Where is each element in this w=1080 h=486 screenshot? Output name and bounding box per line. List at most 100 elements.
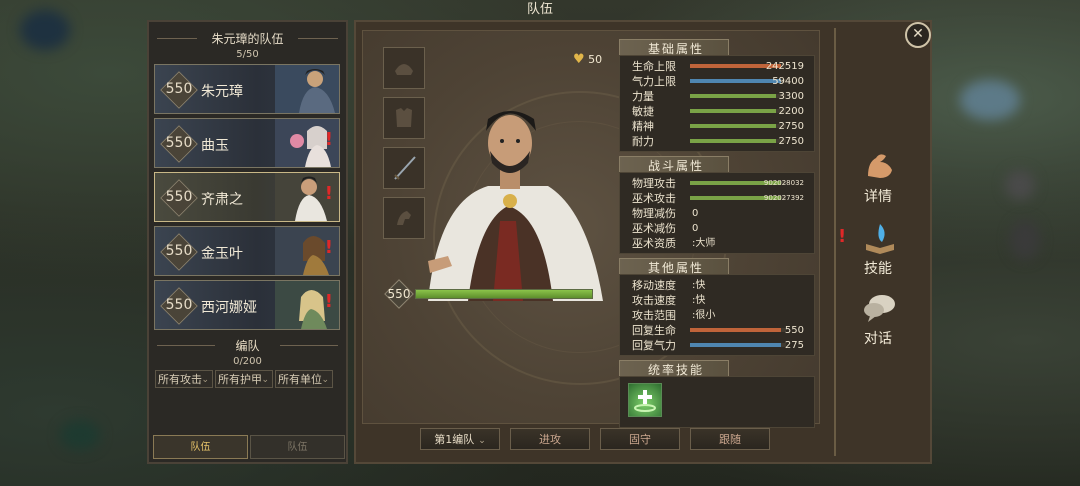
attack-filter-label: 所有攻击 [158,373,202,386]
hero-level-large: 550 [387,287,411,301]
unit-filter-select[interactable]: 所有单位 ⌄ [275,370,333,388]
stat-row: 力量 3300 [626,89,808,104]
stat-label: 物理攻击 [632,177,676,190]
chevron-down-icon: ⌄ [321,375,329,385]
hero-name: 曲玉 [201,138,229,154]
stat-bar-fill [690,328,782,332]
stat-bar-fill [690,94,777,98]
stat-row: 耐力 2750 [626,134,808,149]
details-button[interactable]: 详情 [846,148,910,208]
hero-name: 西河娜娅 [201,300,257,316]
stat-row: 生命上限 242519 [626,59,808,74]
hero-card[interactable]: 550 曲玉 ! [154,118,340,168]
experience-fill [416,290,592,298]
stat-label: 巫术攻击 [632,192,676,205]
loyalty-value: 50 [588,53,603,66]
hero-card[interactable]: 550 金玉叶 ! [154,226,340,276]
stat-bar [690,328,786,332]
hero-list: 550 朱元璋 550 曲玉 ! 550 齐肃之 ! 550 金玉叶 ! 550… [154,64,340,334]
armor-filter-label: 所有护甲 [218,373,262,386]
stat-value: 3300 [778,91,804,102]
hero-level: 550 [165,135,193,151]
hero-portrait-large [428,111,603,301]
stat-row: 巫术资质 :大师 [626,236,808,251]
close-button[interactable]: ✕ [905,22,931,48]
stat-bar [690,109,786,113]
hero-name: 金玉叶 [201,246,243,262]
stat-value: :快 [692,280,706,291]
equip-slot-helmet[interactable] [383,47,425,89]
defend-button[interactable]: 固守 [600,428,680,450]
attack-button[interactable]: 进攻 [510,428,590,450]
stat-row: 移动速度 :快 [626,278,808,293]
helmet-icon [395,64,413,75]
chevron-down-icon: ⌄ [201,375,209,385]
stat-label: 巫术资质 [632,237,676,250]
stat-value: 59400 [772,76,804,87]
stat-value: :很小 [692,310,716,321]
stat-label: 回复生命 [632,324,676,337]
stat-label: 移动速度 [632,279,676,292]
hero-level: 550 [165,81,193,97]
skills-button[interactable]: 技能 ! [838,220,910,280]
stat-bar-fill [690,79,782,83]
stat-label: 生命上限 [632,60,676,73]
formation-select[interactable]: 第1编队 ⌄ [420,428,500,450]
stat-label: 攻击范围 [632,309,676,322]
team-count: 5/50 [236,49,259,60]
hero-level: 550 [165,189,193,205]
formation-select-label: 第1编队 [434,433,475,446]
stat-value: :大师 [692,238,716,249]
stat-value: :快 [692,295,706,306]
tab-team[interactable]: 队伍 [153,435,248,459]
stat-bar [690,94,786,98]
skills-label: 技能 [864,261,892,277]
muscle-arm-icon [868,154,892,178]
stat-label: 气力上限 [632,75,676,88]
stat-label: 敏捷 [632,105,654,118]
alert-icon: ! [324,291,333,312]
stat-row: 物理减伤 0 [626,206,808,221]
hero-card[interactable]: 550 西河娜娅 ! [154,280,340,330]
combat-attributes-box: 物理攻击 902028032 巫术攻击 902027392 物理减伤 0 巫术减伤 0 巫术资质… [619,172,815,254]
follow-button[interactable]: 跟随 [690,428,770,450]
stat-value: 902027392 [763,194,804,202]
stat-value: 0 [692,223,699,234]
heal-skill-icon[interactable] [628,383,662,417]
loyalty: ♥ 50 [573,52,602,67]
attack-filter-select[interactable]: 所有攻击 ⌄ [155,370,213,388]
stat-bar-fill [690,109,777,113]
stat-row: 物理攻击 902028032 [626,176,808,191]
details-label: 详情 [864,189,892,205]
stat-label: 回复气力 [632,339,676,352]
dialogue-label: 对话 [864,331,892,347]
hero-level: 550 [165,243,193,259]
command-skills-box [619,376,815,428]
bottom-tabs: 队伍 队伍 [153,435,345,459]
hero-card[interactable]: 550 朱元璋 [154,64,340,114]
stat-bar-fill [690,139,777,143]
stat-row: 巫术攻击 902027392 [626,191,808,206]
stat-row: 敏捷 2200 [626,104,808,119]
stat-label: 力量 [632,90,654,103]
stat-label: 攻击速度 [632,294,676,307]
alert-icon: ! [324,237,333,258]
hero-card-selected[interactable]: 550 齐肃之 ! [154,172,340,222]
formation-count: 0/200 [233,356,262,367]
stat-value: 2750 [778,136,804,147]
stat-row: 巫术减伤 0 [626,221,808,236]
stat-bar-fill [690,124,777,128]
tab-team-secondary[interactable]: 队伍 [250,435,345,459]
dialogue-button[interactable]: 对话 [846,290,910,350]
hero-name: 齐肃之 [201,192,243,208]
stat-value: 902028032 [763,179,804,187]
close-icon: ✕ [912,26,924,42]
plus-icon [634,390,656,412]
alert-icon: ! [838,226,847,247]
team-panel: 朱元璋的队伍 5/50 550 朱元璋 550 曲玉 ! 550 齐肃之 ! 5… [147,20,348,464]
stat-label: 耐力 [632,135,654,148]
armor-filter-select[interactable]: 所有护甲 ⌄ [215,370,273,388]
hero-display-area: ♥ 50 550 基础属性 生命上限 242519 气力上限 59400 力量 … [362,30,820,428]
stat-bar-fill [690,343,782,347]
speech-bubble-icon [864,295,895,322]
